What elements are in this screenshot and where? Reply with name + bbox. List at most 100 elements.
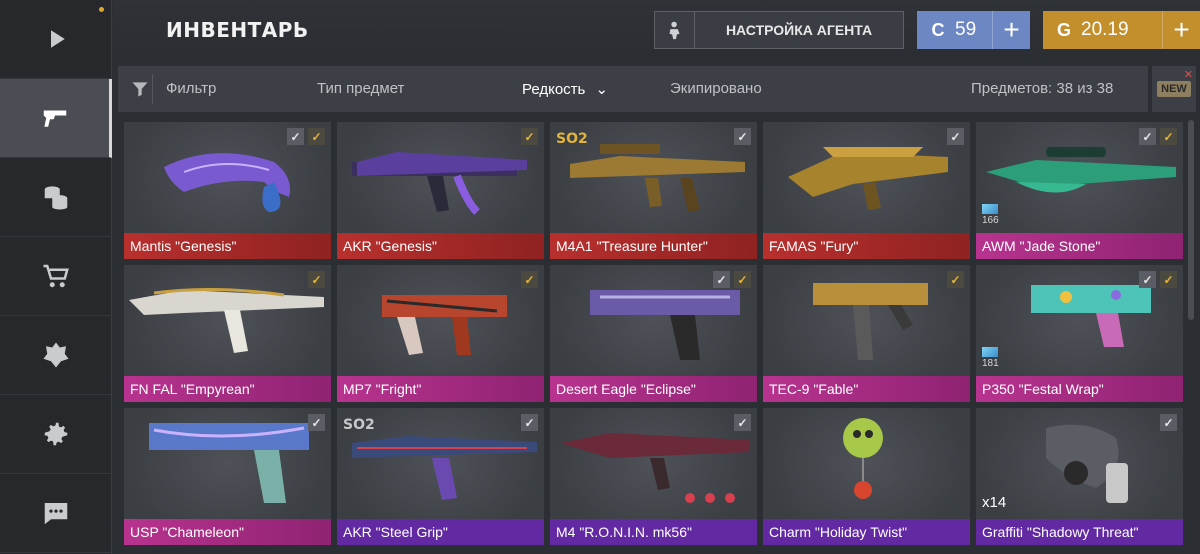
- item-name: Graffiti "Shadowy Threat": [976, 519, 1183, 545]
- check-icon: ✓: [1160, 414, 1177, 431]
- silver-currency-value: 59: [955, 19, 977, 40]
- sidebar: [0, 0, 112, 554]
- rifle-image: [129, 287, 324, 353]
- item-name: M4A1 "Treasure Hunter": [550, 233, 757, 259]
- sidebar-item-inventory[interactable]: [0, 79, 112, 158]
- gem-icon: [982, 347, 998, 357]
- item-quantity: x14: [982, 494, 1007, 511]
- rarity-sort[interactable]: Редкость ⌄: [522, 80, 608, 98]
- item-name: M4 "R.O.N.I.N. mk56": [550, 519, 757, 545]
- agent-settings-button[interactable]: НАСТРОЙКА АГЕНТА: [654, 11, 904, 49]
- item-name: MP7 "Fright": [337, 376, 544, 402]
- header: ИНВЕНТАРЬ НАСТРОЙКА АГЕНТА C 59 + G 20.1…: [113, 0, 1200, 62]
- equipped-filter[interactable]: Экипировано: [670, 80, 762, 97]
- page-title: ИНВЕНТАРЬ: [166, 18, 309, 42]
- level-value: 166: [982, 215, 999, 226]
- gear-icon: [44, 422, 68, 446]
- item-name: AKR "Genesis": [337, 233, 544, 259]
- item-card[interactable]: ✓ USP "Chameleon": [124, 408, 331, 545]
- item-card[interactable]: ✓ FAMAS "Fury": [763, 122, 970, 259]
- item-card[interactable]: Charm "Holiday Twist": [763, 408, 970, 545]
- sidebar-item-chat[interactable]: [0, 474, 112, 553]
- item-name: USP "Chameleon": [124, 519, 331, 545]
- divider: [152, 74, 153, 104]
- check-icon: ✓: [1139, 128, 1156, 145]
- check-icon: ✓: [1139, 271, 1156, 288]
- item-card[interactable]: SO2 ✓ AKR "Steel Grip": [337, 408, 544, 545]
- sidebar-item-shop[interactable]: [0, 237, 112, 316]
- item-card[interactable]: ✓ M4 "R.O.N.I.N. mk56": [550, 408, 757, 545]
- play-icon: [51, 30, 65, 48]
- gem-icon: [982, 204, 998, 214]
- new-badge: NEW: [1157, 81, 1191, 97]
- agent-settings-label: НАСТРОЙКА АГЕНТА: [725, 22, 873, 38]
- check-icon: ✓: [734, 271, 751, 288]
- check-icon: ✓: [308, 128, 325, 145]
- item-card[interactable]: 166 ✓ ✓ AWM "Jade Stone": [976, 122, 1183, 259]
- gold-currency-value: 20.19: [1081, 19, 1129, 40]
- item-card[interactable]: ✓ AKR "Genesis": [337, 122, 544, 259]
- check-icon: ✓: [287, 128, 304, 145]
- smg-image: [813, 283, 928, 360]
- item-name: AKR "Steel Grip": [337, 519, 544, 545]
- sidebar-item-play[interactable]: [0, 0, 112, 79]
- rifle-image: [352, 152, 527, 215]
- item-card[interactable]: 181 ✓ ✓ P350 "Festal Wrap": [976, 265, 1183, 402]
- add-gold-button[interactable]: +: [1162, 11, 1200, 49]
- check-icon: ✓: [521, 414, 538, 431]
- item-card[interactable]: ✓ ✓ Mantis "Genesis": [124, 122, 331, 259]
- item-card[interactable]: SO2 ✓ M4A1 "Treasure Hunter": [550, 122, 757, 259]
- emblem-icon: [43, 342, 69, 368]
- silver-coin-icon: C: [931, 19, 945, 40]
- close-icon: ✕: [1183, 69, 1193, 81]
- new-items-button[interactable]: NEW ✕: [1152, 66, 1196, 112]
- item-name: TEC-9 "Fable": [763, 376, 970, 402]
- smg-image: [382, 295, 507, 355]
- check-icon: ✓: [308, 414, 325, 431]
- type-filter[interactable]: Тип предмет: [317, 80, 404, 97]
- item-name: FN FAL "Empyrean": [124, 376, 331, 402]
- item-name: P350 "Festal Wrap": [976, 376, 1183, 402]
- level-value: 181: [982, 358, 999, 369]
- item-name: Mantis "Genesis": [124, 233, 331, 259]
- charm-image: [843, 418, 883, 499]
- item-count: Предметов: 38 из 38: [971, 80, 1114, 97]
- item-card[interactable]: ✓ TEC-9 "Fable": [763, 265, 970, 402]
- item-name: FAMAS "Fury": [763, 233, 970, 259]
- check-icon: ✓: [947, 128, 964, 145]
- gold-coin-icon: G: [1056, 19, 1071, 40]
- chevron-down-icon: ⌄: [595, 81, 609, 98]
- item-card[interactable]: x14 ✓ Graffiti "Shadowy Threat": [976, 408, 1183, 545]
- item-name: AWM "Jade Stone": [976, 233, 1183, 259]
- scrollbar[interactable]: [1188, 120, 1194, 320]
- item-card[interactable]: ✓ MP7 "Fright": [337, 265, 544, 402]
- item-card[interactable]: ✓ ✓ Desert Eagle "Eclipse": [550, 265, 757, 402]
- coins-icon: [44, 186, 68, 210]
- filter-button[interactable]: Фильтр: [166, 80, 216, 97]
- item-name: Charm "Holiday Twist": [763, 519, 970, 545]
- chat-icon: [44, 503, 68, 525]
- gold-currency: G 20.19 +: [1043, 11, 1200, 49]
- check-icon: ✓: [521, 271, 538, 288]
- pistol-icon: [43, 110, 66, 127]
- sidebar-item-coins[interactable]: [0, 158, 112, 237]
- check-icon: ✓: [947, 271, 964, 288]
- agent-icon: [655, 12, 695, 48]
- item-card[interactable]: ✓ FN FAL "Empyrean": [124, 265, 331, 402]
- level-badge: 166: [982, 204, 999, 226]
- rifle-image: [560, 433, 750, 503]
- check-icon: ✓: [308, 271, 325, 288]
- rarity-sort-label: Редкость: [522, 81, 586, 98]
- filter-icon[interactable]: [130, 79, 150, 99]
- cart-icon: [43, 264, 69, 288]
- graffiti-image: [1046, 424, 1128, 503]
- check-icon: ✓: [1160, 128, 1177, 145]
- pistol-image: [149, 423, 309, 503]
- sidebar-item-settings[interactable]: [0, 395, 112, 474]
- rifle-image: [352, 436, 537, 500]
- level-badge: 181: [982, 347, 999, 369]
- silver-currency: C 59 +: [917, 11, 1030, 49]
- sidebar-item-clan[interactable]: [0, 316, 112, 395]
- add-silver-button[interactable]: +: [992, 11, 1030, 49]
- check-icon: ✓: [1160, 271, 1177, 288]
